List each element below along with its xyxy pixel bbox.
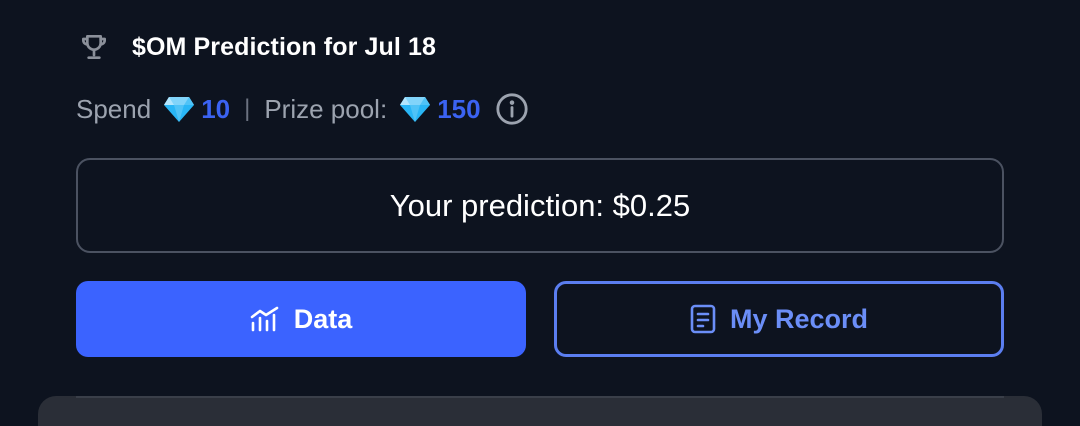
- gem-icon: [399, 95, 431, 123]
- data-button-label: Data: [293, 303, 353, 334]
- separator: |: [244, 95, 251, 122]
- page-title: $OM Prediction for Jul 18: [132, 32, 436, 61]
- trophy-icon: [76, 29, 112, 65]
- prediction-display[interactable]: Your prediction: $0.25: [76, 158, 1004, 253]
- prize-pool-value: 150: [437, 93, 481, 124]
- my-record-button-label: My Record: [729, 303, 869, 334]
- info-icon[interactable]: [495, 92, 529, 126]
- prediction-card: $OM Prediction for Jul 18 Spend 10 | Pri…: [76, 0, 1004, 408]
- spend-label: Spend: [76, 93, 152, 124]
- title-row: $OM Prediction for Jul 18: [76, 28, 436, 66]
- my-record-button[interactable]: My Record: [554, 281, 1004, 357]
- prize-pool-label: Prize pool:: [264, 93, 388, 124]
- spend-value: 10: [201, 93, 231, 124]
- bottom-panel: [38, 396, 1042, 426]
- document-icon: [690, 304, 716, 334]
- data-button[interactable]: Data: [76, 281, 526, 357]
- gem-icon: [163, 95, 195, 123]
- prediction-text: Your prediction: $0.25: [389, 187, 691, 223]
- chart-icon: [250, 306, 280, 332]
- divider: [76, 396, 1004, 398]
- meta-row: Spend 10 | Prize pool: 150: [76, 88, 529, 130]
